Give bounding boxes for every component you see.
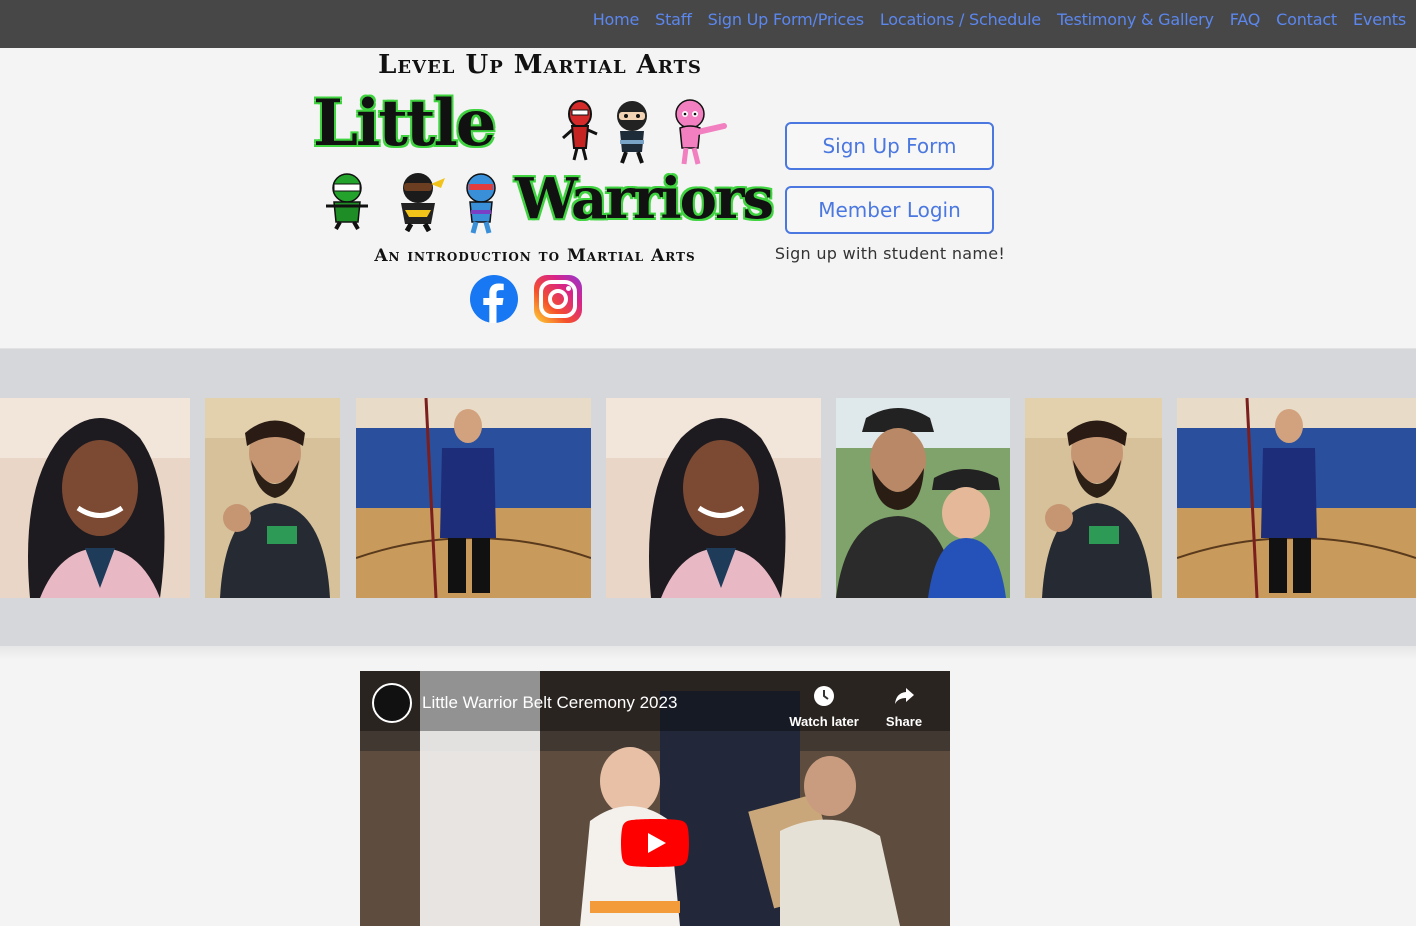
watch-later-label: Watch later: [789, 714, 859, 729]
red-ninja-icon: [562, 100, 598, 161]
photo-gallery: [0, 348, 1416, 646]
gallery-photo[interactable]: [1025, 398, 1162, 598]
little-warriors-logo: Level Up Martial Arts Little Warriors An…: [305, 48, 774, 278]
gallery-photo[interactable]: [606, 398, 821, 598]
instagram-icon[interactable]: [534, 275, 582, 323]
facebook-icon[interactable]: [470, 275, 518, 323]
nav-item-signup-prices[interactable]: Sign Up Form/Prices: [708, 10, 864, 30]
gallery-photo[interactable]: [205, 398, 340, 598]
nav-item-home[interactable]: Home: [593, 10, 640, 30]
nav-item-staff[interactable]: Staff: [655, 10, 692, 30]
logo-top-text: Level Up Martial Arts: [378, 50, 702, 80]
green-ninja-icon: [326, 173, 368, 230]
share-icon: [895, 688, 914, 704]
gallery-photo[interactable]: [356, 398, 591, 598]
gallery-photo[interactable]: [836, 398, 1010, 598]
nav-item-testimony-gallery[interactable]: Testimony & Gallery: [1057, 10, 1214, 30]
logo-tagline: An introduction to Martial Arts: [374, 246, 696, 266]
member-login-button[interactable]: Member Login: [785, 186, 994, 234]
nav-item-events[interactable]: Events: [1353, 10, 1406, 30]
black-ninja-icon: [617, 101, 647, 164]
watch-later-button[interactable]: Watch later: [784, 685, 864, 729]
sign-up-form-button[interactable]: Sign Up Form: [785, 122, 994, 170]
top-nav-bar: Home Staff Sign Up Form/Prices Locations…: [0, 0, 1416, 48]
channel-avatar[interactable]: [372, 683, 412, 723]
share-button[interactable]: Share: [864, 685, 944, 729]
nav-item-contact[interactable]: Contact: [1276, 10, 1337, 30]
logo-warriors-text: Warriors: [515, 166, 774, 232]
blue-ninja-icon: [466, 173, 496, 234]
logo-little-text: Little: [313, 86, 496, 161]
play-icon[interactable]: [621, 819, 689, 867]
gallery-photo[interactable]: [1177, 398, 1416, 598]
clock-icon: [814, 686, 834, 706]
pink-ninja-icon: [675, 99, 727, 165]
video-title[interactable]: Little Warrior Belt Ceremony 2023: [422, 693, 677, 713]
signup-hint-text: Sign up with student name!: [774, 244, 1006, 263]
youtube-video-embed[interactable]: Little Warrior Belt Ceremony 2023 Watch …: [360, 671, 950, 926]
nav-menu: Home Staff Sign Up Form/Prices Locations…: [593, 10, 1407, 30]
nav-item-locations-schedule[interactable]: Locations / Schedule: [880, 10, 1041, 30]
header-section: Level Up Martial Arts Little Warriors An…: [0, 48, 1416, 347]
section-divider: [0, 646, 1416, 660]
yellow-belt-ninja-icon: [401, 173, 445, 232]
gallery-photo[interactable]: [0, 398, 190, 598]
share-label: Share: [885, 714, 923, 729]
nav-item-faq[interactable]: FAQ: [1230, 10, 1261, 30]
